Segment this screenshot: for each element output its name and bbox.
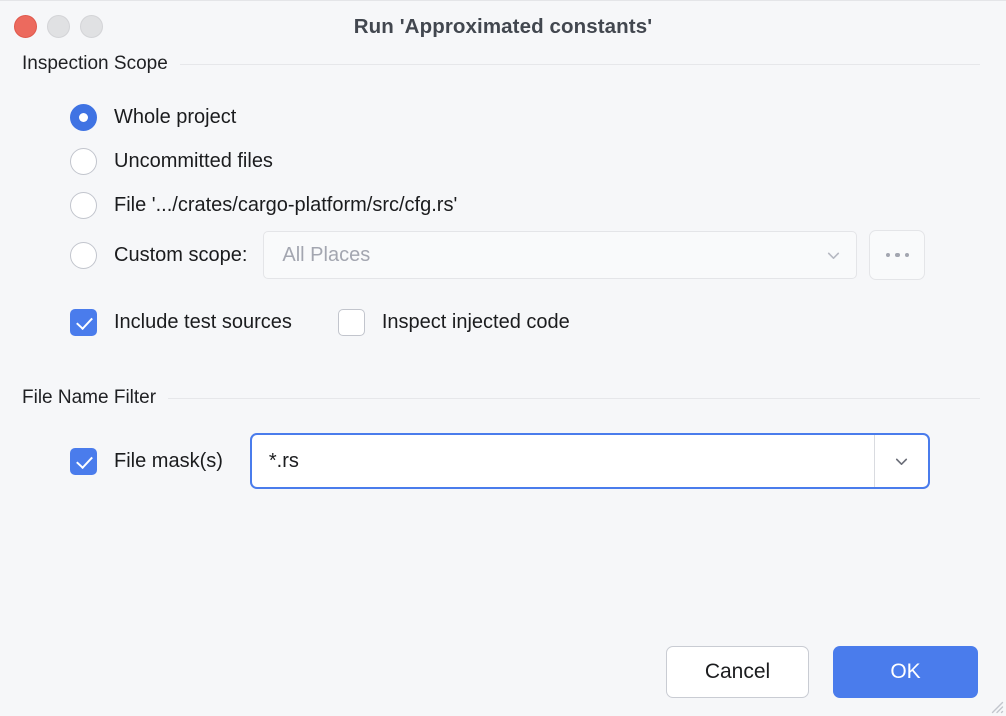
checkbox-label-inspect-injected-code: Inspect injected code xyxy=(382,311,570,334)
radio-row-uncommitted-files[interactable]: Uncommitted files xyxy=(70,139,1006,183)
radio-custom-scope[interactable] xyxy=(70,242,97,269)
radio-file[interactable] xyxy=(70,192,97,219)
ellipsis-dot xyxy=(895,253,900,258)
radio-whole-project[interactable] xyxy=(70,104,97,131)
ellipsis-dot xyxy=(886,253,891,258)
checkbox-label-include-test-sources: Include test sources xyxy=(114,311,292,334)
checkbox-group-inspect-injected-code[interactable]: Inspect injected code xyxy=(338,309,570,336)
file-mask-input[interactable]: *.rs xyxy=(252,435,874,487)
file-mask-row: File mask(s) *.rs xyxy=(70,429,1006,493)
resize-grip-icon[interactable] xyxy=(986,696,1004,714)
window-title: Run 'Approximated constants' xyxy=(0,15,1006,39)
ellipsis-dot xyxy=(905,253,910,258)
maximize-window-button[interactable] xyxy=(80,15,103,38)
file-name-filter-title: File Name Filter xyxy=(22,387,156,409)
radio-uncommitted-files[interactable] xyxy=(70,148,97,175)
browse-scope-button[interactable] xyxy=(869,230,925,280)
ok-button[interactable]: OK xyxy=(833,646,978,698)
radio-label-file: File '.../crates/cargo-platform/src/cfg.… xyxy=(114,194,457,217)
file-name-filter-options: File mask(s) *.rs xyxy=(0,429,1006,493)
chevron-down-icon xyxy=(825,247,842,264)
cancel-button[interactable]: Cancel xyxy=(666,646,809,698)
radio-row-file[interactable]: File '.../crates/cargo-platform/src/cfg.… xyxy=(70,183,1006,227)
radio-label-uncommitted-files: Uncommitted files xyxy=(114,150,273,173)
inspection-scope-header: Inspection Scope xyxy=(0,53,1006,75)
file-mask-dropdown-button[interactable] xyxy=(874,435,928,487)
file-name-filter-header: File Name Filter xyxy=(0,387,1006,409)
radio-row-custom-scope[interactable]: Custom scope: All Places xyxy=(70,227,1006,283)
radio-row-whole-project[interactable]: Whole project xyxy=(70,95,1006,139)
checkbox-inspect-injected-code[interactable] xyxy=(338,309,365,336)
checkbox-label-file-mask: File mask(s) xyxy=(114,450,223,473)
checkbox-file-mask[interactable] xyxy=(70,448,97,475)
section-divider xyxy=(168,398,980,399)
title-bar: Run 'Approximated constants' xyxy=(0,1,1006,53)
checkbox-group-include-test-sources[interactable]: Include test sources xyxy=(70,309,292,336)
inspection-scope-options: Whole project Uncommitted files File '..… xyxy=(0,95,1006,345)
checkbox-include-test-sources[interactable] xyxy=(70,309,97,336)
file-mask-combobox[interactable]: *.rs xyxy=(250,433,930,489)
section-divider xyxy=(180,64,980,65)
dialog-footer: Cancel OK xyxy=(666,646,978,698)
chevron-down-icon xyxy=(893,453,910,470)
close-window-button[interactable] xyxy=(14,15,37,38)
custom-scope-value: All Places xyxy=(282,244,825,267)
radio-label-whole-project: Whole project xyxy=(114,106,236,129)
custom-scope-select[interactable]: All Places xyxy=(263,231,857,279)
minimize-window-button[interactable] xyxy=(47,15,70,38)
radio-label-custom-scope: Custom scope: xyxy=(114,244,247,267)
run-inspection-dialog: Run 'Approximated constants' Inspection … xyxy=(0,0,1006,716)
inspection-scope-title: Inspection Scope xyxy=(22,53,168,75)
traffic-lights xyxy=(14,15,103,38)
scope-checkbox-row: Include test sources Inspect injected co… xyxy=(70,299,1006,345)
